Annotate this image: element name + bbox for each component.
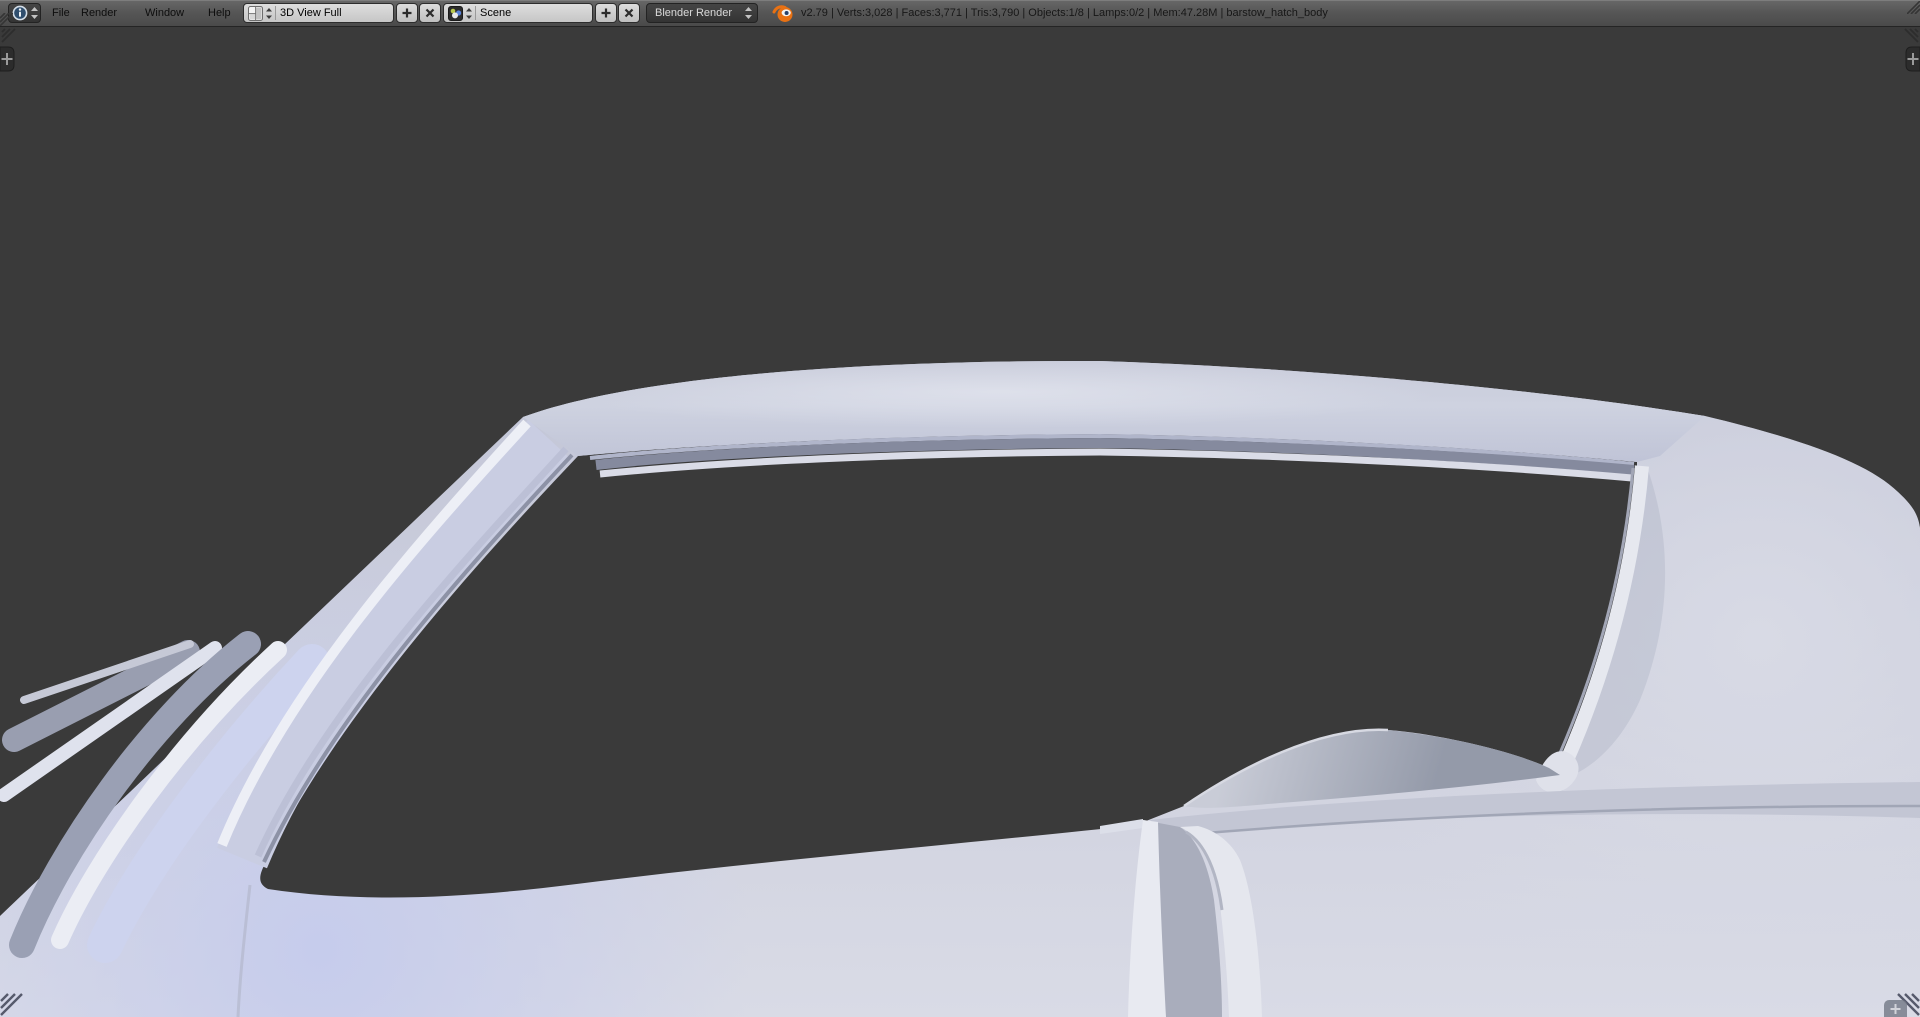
updown-arrows-icon (745, 7, 752, 19)
info-editor-icon (12, 5, 28, 21)
screen-layout-icon (248, 5, 263, 21)
scene-value: Scene (480, 7, 512, 19)
menu-window[interactable]: Window (139, 0, 190, 26)
close-scene-button[interactable] (618, 3, 640, 23)
render-engine-selector[interactable]: Blender Render (646, 3, 758, 23)
blender-window: File Render Window Help 3D View Full Sce… (0, 0, 1920, 1017)
add-scene-button[interactable] (595, 3, 617, 23)
scene-icon (448, 5, 463, 21)
divider (475, 6, 476, 20)
screen-layout-value: 3D View Full (280, 7, 342, 19)
blender-logo-icon (772, 5, 793, 22)
updown-arrows-icon (31, 7, 38, 19)
area-corner-grip[interactable] (0, 13, 13, 26)
x-icon (624, 8, 634, 18)
scene-stats: v2.79 | Verts:3,028 | Faces:3,771 | Tris… (801, 7, 1328, 19)
plus-icon (601, 8, 611, 18)
render-engine-value: Blender Render (655, 7, 733, 19)
scene-selector[interactable]: Scene (443, 3, 593, 23)
updown-arrows-icon (466, 7, 472, 19)
info-header[interactable]: File Render Window Help 3D View Full Sce… (0, 0, 1920, 27)
open-toolshelf-tab[interactable] (0, 46, 15, 72)
x-icon (425, 8, 435, 18)
menu-file[interactable]: File (46, 0, 76, 26)
plus-icon (402, 8, 412, 18)
screen-layout-selector[interactable]: 3D View Full (243, 3, 394, 23)
divider (275, 6, 276, 20)
menu-help[interactable]: Help (202, 0, 237, 26)
viewport-3d[interactable] (0, 27, 1920, 1017)
open-properties-tab[interactable] (1905, 46, 1920, 72)
add-layout-button[interactable] (396, 3, 418, 23)
area-corner-grip[interactable] (1907, 1, 1920, 14)
open-region-tab-bottom[interactable] (1884, 1000, 1907, 1017)
updown-arrows-icon (266, 7, 272, 19)
menu-render[interactable]: Render (75, 0, 123, 26)
close-layout-button[interactable] (419, 3, 441, 23)
